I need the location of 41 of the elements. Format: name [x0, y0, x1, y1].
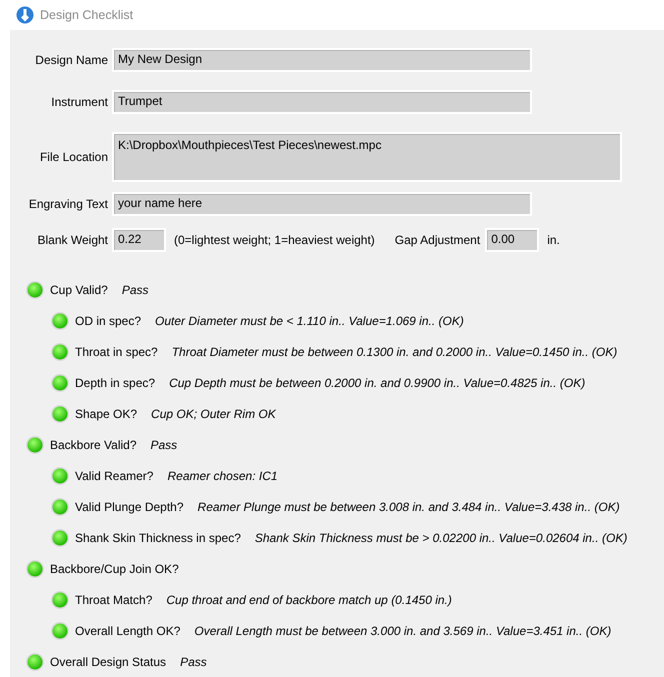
- check-result: Reamer chosen: IC1: [167, 468, 278, 482]
- check-label: OD in spec?: [75, 314, 142, 328]
- field-label: File Location: [38, 150, 109, 164]
- check-label: Overall Design Status: [50, 654, 166, 668]
- check-label: Depth in spec?: [75, 376, 156, 390]
- check-result: Pass: [150, 438, 178, 452]
- check-result: Overall Length must be between 3.000 in. and 3.569 in.. Value=3.451 in.. (OK): [194, 624, 612, 638]
- check-label: Backbore Valid?: [50, 438, 136, 452]
- unit-label: in.: [547, 233, 560, 247]
- app-icon: [16, 6, 34, 24]
- check-result: Outer Diameter must be < 1.110 in.. Value=1.069 in.. (OK): [155, 314, 464, 328]
- field-label: Gap Adjustment: [394, 233, 480, 247]
- check-label: Throat in spec?: [75, 344, 158, 358]
- check-result: Cup throat and end of backbore match up (0.1450 in.): [166, 592, 452, 606]
- field-label: Design Name: [34, 53, 109, 67]
- check-result: Pass: [122, 282, 149, 296]
- field-hint: (0=lightest weight; 1=heaviest weight): [174, 233, 375, 247]
- check-label: Overall Length OK?: [75, 624, 180, 638]
- check-label: Shape OK?: [75, 406, 138, 420]
- check-result: Throat Diameter must be between 0.1300 in. and 0.2000 in.. Value=0.1450 in.. (OK): [172, 344, 618, 358]
- text-field[interactable]: My New Design: [112, 48, 532, 72]
- check-result: Shank Skin Thickness must be > 0.02200 in.. Value=0.02604 in.. (OK): [254, 530, 628, 544]
- check-label: Cup Valid?: [50, 282, 108, 296]
- number-field[interactable]: 0.00: [485, 228, 540, 252]
- text-field[interactable]: K:\Dropbox\Mouthpieces\Test Pieces\newest.mpc: [112, 132, 622, 182]
- check-result: Reamer Plunge must be between 3.008 in. and 3.484 in.. Value=3.438 in.. (OK): [198, 500, 620, 514]
- field-label: Engraving Text: [28, 197, 109, 211]
- number-field[interactable]: 0.22: [112, 228, 166, 252]
- check-result: Cup Depth must be between 0.2000 in. and 0.9900 in.. Value=0.4825 in.. (OK): [169, 376, 586, 390]
- check-label: Backbore/Cup Join OK?: [50, 562, 179, 576]
- text-field[interactable]: Trumpet: [112, 90, 532, 114]
- check-result: Pass: [180, 654, 207, 668]
- check-label: Shank Skin Thickness in spec?: [75, 530, 241, 544]
- check-label: Valid Plunge Depth?: [75, 500, 184, 514]
- text-field[interactable]: your name here: [112, 192, 532, 216]
- check-label: Valid Reamer?: [75, 468, 154, 482]
- field-label: Blank Weight: [36, 233, 109, 247]
- field-label: Instrument: [50, 95, 109, 109]
- check-result: Cup OK; Outer Rim OK: [151, 406, 276, 420]
- check-label: Throat Match?: [75, 592, 152, 606]
- window-title: Design Checklist: [40, 8, 134, 22]
